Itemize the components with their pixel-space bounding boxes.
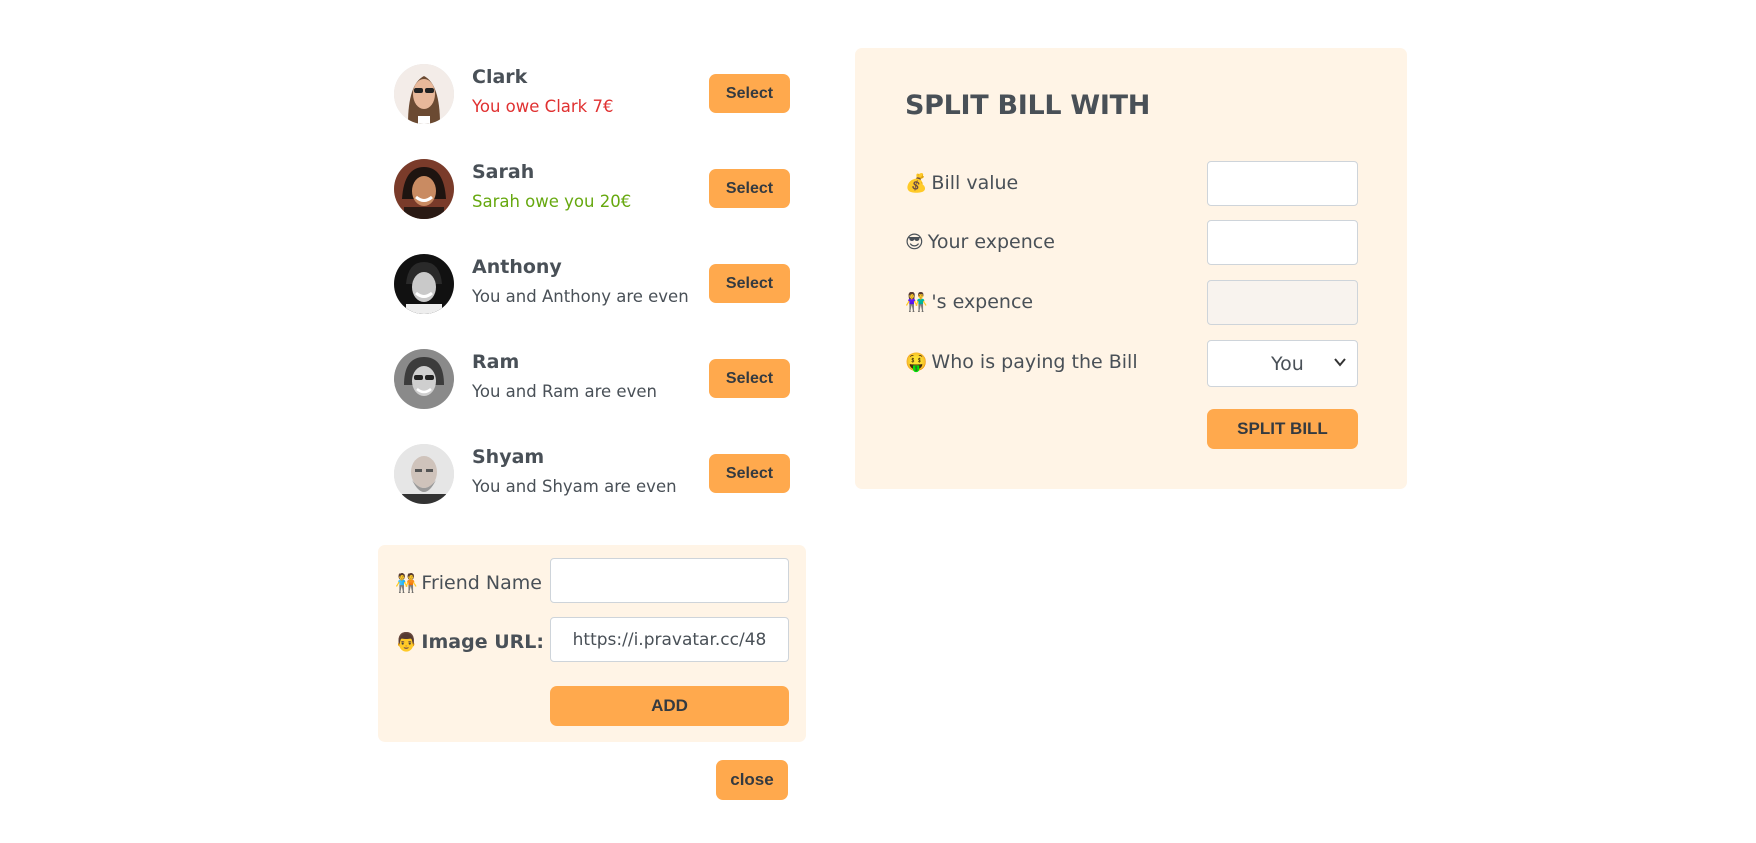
- friend-name: Anthony: [472, 256, 562, 278]
- friend-expense-label-text: 's expence: [931, 291, 1034, 313]
- your-expense-label: 😎 Your expence: [905, 231, 1055, 253]
- friend-balance-status: Sarah owe you 20€: [472, 192, 632, 211]
- image-url-input[interactable]: [550, 617, 789, 662]
- your-expense-input[interactable]: [1207, 220, 1358, 265]
- image-url-label: 👨 Image URL:: [395, 631, 544, 653]
- person-icon: 👨: [395, 632, 418, 653]
- add-friend-button[interactable]: ADD: [550, 686, 789, 726]
- friend-expense-input: [1207, 280, 1358, 325]
- payer-select[interactable]: You: [1207, 340, 1358, 387]
- friend-name: Sarah: [472, 161, 535, 183]
- money-face-icon: 🤑: [905, 352, 928, 373]
- friend-item-sarah: Sarah Sarah owe you 20€ Select: [378, 143, 798, 238]
- friend-expense-label: 👫's expence: [905, 291, 1033, 313]
- bill-value-label: 💰 Bill value: [905, 172, 1018, 194]
- split-bill-button[interactable]: SPLIT BILL: [1207, 409, 1358, 449]
- chevron-down-icon: [1334, 358, 1346, 367]
- friend-name: Clark: [472, 66, 528, 88]
- select-friend-button[interactable]: Select: [709, 359, 790, 398]
- friend-balance-status: You and Anthony are even: [472, 287, 689, 306]
- ram-avatar: [394, 349, 454, 409]
- shyam-avatar: [394, 444, 454, 504]
- anthony-avatar: [394, 254, 454, 314]
- split-bill-form: SPLIT BILL WITH 💰 Bill value 😎 Your expenc…: [855, 48, 1407, 489]
- friend-name-label: 🧑‍🤝‍🧑 Friend Name: [395, 572, 542, 594]
- your-expense-label-text: Your expence: [927, 231, 1055, 253]
- select-friend-button[interactable]: Select: [709, 454, 790, 493]
- sunglasses-face-icon: 😎: [905, 232, 924, 253]
- add-friend-form: 🧑‍🤝‍🧑Friend Name 👨Image URL: ADD: [378, 545, 806, 742]
- friend-balance-status: You and Shyam are even: [472, 477, 677, 496]
- friends-list: Clark You owe Clark 7€ Select Sarah Sara…: [378, 48, 798, 523]
- payer-select-value: You: [1271, 353, 1304, 375]
- bill-value-input[interactable]: [1207, 161, 1358, 206]
- select-friend-button[interactable]: Select: [709, 74, 790, 113]
- image-url-label-text: Image URL:: [421, 631, 544, 653]
- sarah-avatar: [394, 159, 454, 219]
- couple-icon: 👫: [905, 292, 928, 313]
- select-friend-button[interactable]: Select: [709, 264, 790, 303]
- clark-avatar: [394, 64, 454, 124]
- friend-name-label-text: Friend Name: [421, 572, 542, 594]
- friend-item-shyam: Shyam You and Shyam are even Select: [378, 428, 798, 523]
- friend-name: Ram: [472, 351, 520, 373]
- friend-item-ram: Ram You and Ram are even Select: [378, 333, 798, 428]
- select-friend-button[interactable]: Select: [709, 169, 790, 208]
- friend-name-input[interactable]: [550, 558, 789, 603]
- payer-label-text: Who is paying the Bill: [931, 351, 1138, 373]
- close-button[interactable]: close: [716, 760, 788, 800]
- split-bill-title: SPLIT BILL WITH: [905, 90, 1151, 121]
- money-bag-icon: 💰: [905, 173, 928, 194]
- friend-balance-status: You owe Clark 7€: [472, 97, 614, 116]
- people-icon: 🧑‍🤝‍🧑: [395, 573, 418, 594]
- friend-name: Shyam: [472, 446, 545, 468]
- friend-item-clark: Clark You owe Clark 7€ Select: [378, 48, 798, 143]
- friend-balance-status: You and Ram are even: [472, 382, 657, 401]
- payer-label: 🤑 Who is paying the Bill: [905, 351, 1138, 373]
- friend-item-anthony: Anthony You and Anthony are even Select: [378, 238, 798, 333]
- bill-value-label-text: Bill value: [931, 172, 1019, 194]
